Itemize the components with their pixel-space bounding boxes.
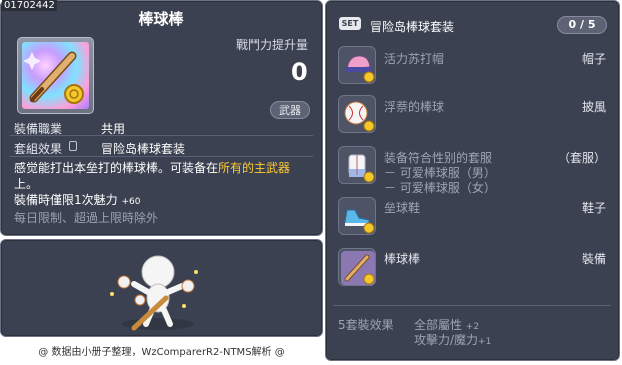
daily-limit-line: 每日限制、超過上限時除外	[14, 211, 159, 225]
baseball-icon[interactable]	[338, 95, 376, 133]
baseball-cap-icon[interactable]	[338, 46, 376, 84]
set-name: 冒险岛棒球套装	[370, 20, 455, 34]
set-badge: SET	[339, 17, 361, 30]
set-effect-text: 攻擊力/魔力	[414, 333, 479, 347]
item-title: 棒球棒	[138, 10, 184, 28]
lock-icon	[69, 141, 77, 151]
set-item-type: 裝備	[581, 252, 606, 266]
power-value: 0	[291, 58, 308, 86]
desc-text-end: 上。	[14, 177, 39, 191]
bat-icon[interactable]	[338, 248, 376, 286]
set-item-type: 帽子	[581, 52, 606, 66]
set-item-type: 披風	[581, 100, 606, 114]
set-item-name: 浮萘的棒球	[384, 100, 445, 114]
set-item-type: （套服）	[557, 151, 606, 165]
set-effect-bonus: +1	[478, 337, 492, 347]
desc-text: 感觉能打出本垒打的棒球棒。可装备在	[14, 161, 219, 175]
set-count: 0 / 5	[557, 16, 607, 34]
set-effect-text: 全部屬性	[414, 318, 463, 332]
set-item-name: 垒球鞋	[384, 201, 421, 215]
uniform-icon[interactable]	[338, 146, 376, 184]
set-item-name: 棒球棒	[384, 252, 421, 266]
set-effect-count: 5套裝效果	[338, 318, 394, 332]
item-description: 感觉能打出本垒打的棒球棒。可装备在所有的主武器上。 裝備時僅限1次魅力 +60 …	[14, 160, 314, 226]
desc-highlight: 所有的主武器	[218, 161, 291, 175]
set-effect-value: 冒险岛棒球套装	[101, 142, 186, 156]
sneaker-icon[interactable]	[338, 197, 376, 235]
set-effect-label: 套組效果	[14, 142, 63, 156]
weapon-badge: 武器	[270, 101, 310, 119]
limit-line: 裝備時僅限1次魅力	[14, 193, 118, 207]
bat-icon	[22, 42, 89, 109]
set-item-type: 鞋子	[581, 201, 606, 215]
set-item-name: 活力苏打帽	[384, 52, 445, 66]
set-effect-line: 攻擊力/魔力+1	[414, 331, 491, 348]
credit-text: @ 数据由小册子整理，WzComparerR2-NTMS解析 @	[38, 347, 285, 358]
item-icon-frame	[17, 37, 94, 114]
power-label: 戰鬥力提升量	[236, 38, 309, 52]
limit-bonus: +60	[121, 197, 141, 207]
character-preview-figure	[110, 255, 198, 331]
divider	[10, 135, 313, 136]
divider	[333, 305, 611, 306]
divider	[10, 156, 313, 157]
set-item-sub: － 可爱棒球服（女）	[384, 181, 496, 195]
